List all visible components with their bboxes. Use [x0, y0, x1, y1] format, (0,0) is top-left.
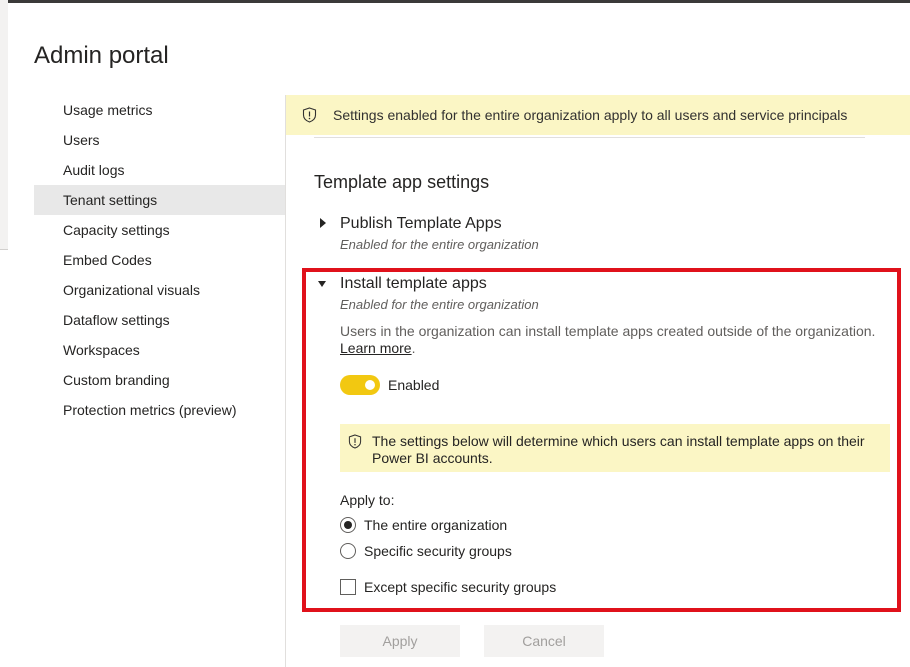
- except-groups-checkbox[interactable]: [340, 579, 356, 595]
- publish-template-apps-title[interactable]: Publish Template Apps: [340, 215, 502, 233]
- banner-text: Settings enabled for the entire organiza…: [333, 107, 848, 123]
- nav-item-usage-metrics[interactable]: Usage metrics: [34, 95, 285, 125]
- caret-right-icon[interactable]: [320, 218, 326, 228]
- radio-entire-organization[interactable]: [340, 517, 356, 533]
- nav-item-embed-codes[interactable]: Embed Codes: [34, 245, 285, 275]
- nav-item-custom-branding[interactable]: Custom branding: [34, 365, 285, 395]
- shield-icon: [348, 434, 362, 449]
- nav-item-organizational-visuals[interactable]: Organizational visuals: [34, 275, 285, 305]
- nav-item-protection-metrics[interactable]: Protection metrics (preview): [34, 395, 285, 425]
- enabled-toggle[interactable]: [340, 375, 380, 395]
- section-divider: [314, 137, 865, 138]
- radio-specific-security-groups[interactable]: [340, 543, 356, 559]
- toggle-label: Enabled: [388, 377, 440, 393]
- install-template-apps-title[interactable]: Install template apps: [340, 275, 487, 293]
- admin-nav: Usage metrics Users Audit logs Tenant se…: [34, 95, 285, 425]
- top-bar: [0, 0, 910, 3]
- toggle-knob: [365, 380, 375, 390]
- page-title: Admin portal: [34, 42, 169, 69]
- option-entire-organization-label[interactable]: The entire organization: [364, 517, 507, 533]
- shield-icon: [302, 107, 317, 123]
- caret-down-icon[interactable]: [318, 281, 326, 287]
- nav-item-workspaces[interactable]: Workspaces: [34, 335, 285, 365]
- org-settings-banner: Settings enabled for the entire organiza…: [286, 95, 910, 135]
- nav-item-capacity-settings[interactable]: Capacity settings: [34, 215, 285, 245]
- nav-item-audit-logs[interactable]: Audit logs: [34, 155, 285, 185]
- apply-button[interactable]: Apply: [340, 625, 460, 657]
- install-template-apps-status: Enabled for the entire organization: [340, 297, 539, 312]
- left-edge-divider: [0, 249, 8, 250]
- learn-more-link[interactable]: Learn more: [340, 340, 412, 356]
- nav-divider: [285, 95, 286, 667]
- option-specific-security-groups-label[interactable]: Specific security groups: [364, 543, 512, 559]
- except-groups-label[interactable]: Except specific security groups: [364, 579, 556, 595]
- nav-item-tenant-settings[interactable]: Tenant settings: [34, 185, 285, 215]
- install-notice-banner: The settings below will determine which …: [340, 424, 890, 472]
- publish-template-apps-status: Enabled for the entire organization: [340, 237, 539, 252]
- setting-description: Users in the organization can install te…: [340, 323, 876, 356]
- left-edge-panel: [0, 0, 8, 250]
- description-text: Users in the organization can install te…: [340, 323, 876, 339]
- apply-to-label: Apply to:: [340, 492, 395, 508]
- nav-item-dataflow-settings[interactable]: Dataflow settings: [34, 305, 285, 335]
- section-title: Template app settings: [314, 172, 490, 192]
- notice-text: The settings below will determine which …: [372, 433, 865, 466]
- cancel-button[interactable]: Cancel: [484, 625, 604, 657]
- nav-item-users[interactable]: Users: [34, 125, 285, 155]
